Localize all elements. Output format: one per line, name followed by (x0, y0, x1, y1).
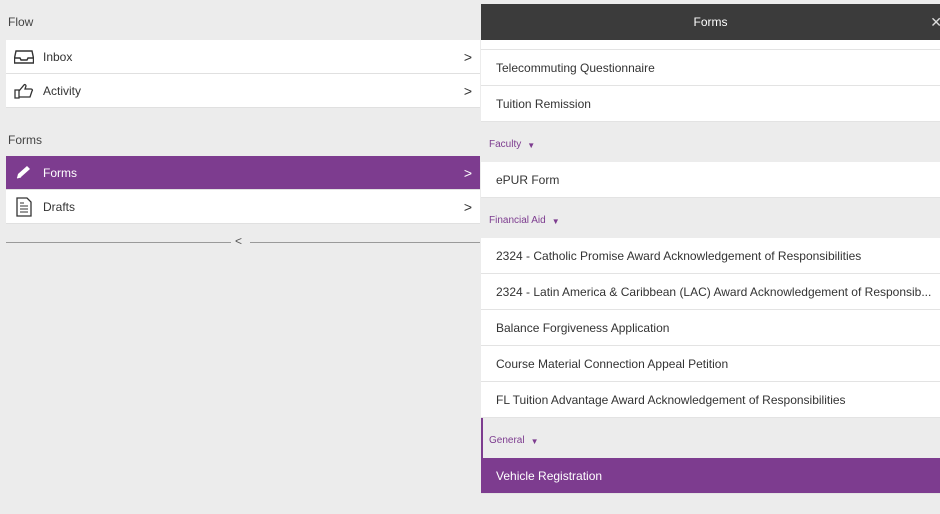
pencil-icon (13, 163, 35, 183)
list-item[interactable] (481, 40, 940, 50)
inbox-icon (13, 47, 35, 67)
forms-panel: Forms ✕ Telecommuting Questionnaire Tuit… (481, 4, 940, 514)
form-item[interactable]: ePUR Form (481, 162, 940, 198)
nav-item-label: Inbox (43, 49, 73, 64)
nav-item-activity[interactable]: Activity > (6, 74, 480, 108)
divider-line (6, 242, 231, 243)
category-header-faculty[interactable]: Faculty ▼ (481, 122, 940, 162)
thumb-pointer-icon (13, 81, 35, 101)
chevron-right-icon: > (463, 164, 472, 181)
category-header-general[interactable]: General ▼ (481, 418, 940, 458)
category-label: General (489, 435, 525, 446)
forms-panel-header: Forms ✕ (481, 4, 940, 40)
form-item[interactable]: 2324 - Latin America & Caribbean (LAC) A… (481, 274, 940, 310)
form-item[interactable]: Telecommuting Questionnaire (481, 50, 940, 86)
nav-item-label: Drafts (43, 199, 76, 214)
flow-section-label: Flow (8, 15, 34, 29)
chevron-right-icon: > (463, 198, 472, 215)
category-header-financial-aid[interactable]: Financial Aid ▼ (481, 198, 940, 238)
category-label: Faculty (489, 139, 522, 150)
form-item[interactable]: FL Tuition Advantage Award Acknowledgeme… (481, 382, 940, 418)
form-item[interactable]: Course Material Connection Appeal Petiti… (481, 346, 940, 382)
close-icon[interactable]: ✕ (930, 4, 940, 40)
chevron-right-icon: > (463, 48, 472, 65)
form-item-selected[interactable]: Vehicle Registration (481, 458, 940, 494)
nav-item-forms[interactable]: Forms > (6, 156, 480, 190)
divider-line (250, 242, 480, 243)
forms-panel-title: Forms (693, 15, 728, 29)
form-item[interactable]: Balance Forgiveness Application (481, 310, 940, 346)
forms-section-label: Forms (8, 133, 42, 147)
collapse-panel-handle[interactable]: < (6, 232, 480, 252)
navigation-panel: Flow Inbox > Activity > Forms Forms > Dr… (6, 4, 480, 514)
nav-item-label: Activity (43, 83, 82, 98)
caret-down-icon: ▼ (551, 217, 560, 226)
category-label: Financial Aid (489, 215, 546, 226)
nav-item-inbox[interactable]: Inbox > (6, 40, 480, 74)
document-icon (13, 196, 35, 217)
nav-item-drafts[interactable]: Drafts > (6, 190, 480, 224)
chevron-left-icon[interactable]: < (235, 234, 242, 248)
caret-down-icon: ▼ (527, 141, 536, 150)
form-item[interactable]: Tuition Remission (481, 86, 940, 122)
nav-item-label: Forms (43, 165, 77, 180)
caret-down-icon: ▼ (530, 437, 539, 446)
form-item[interactable]: 2324 - Catholic Promise Award Acknowledg… (481, 238, 940, 274)
chevron-right-icon: > (463, 82, 472, 99)
